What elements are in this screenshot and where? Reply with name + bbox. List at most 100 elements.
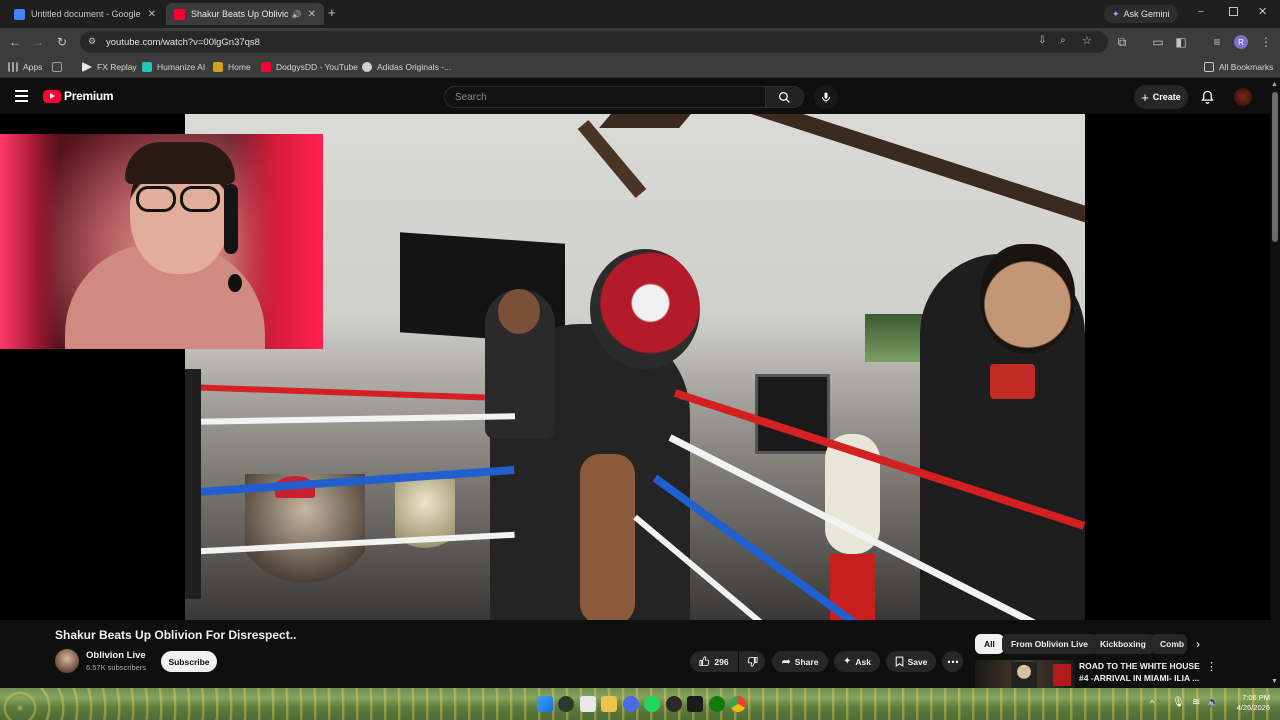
recommendation-menu-icon[interactable]: ⋮ [1206,660,1217,673]
ask-gemini-button[interactable]: ✦ Ask Gemini [1104,5,1178,23]
reading-list-icon[interactable]: ≡ [1209,34,1225,50]
bookmark-humanize-ai[interactable]: Humanize AI [142,60,205,74]
save-label: Save [907,656,928,667]
restore-window-icon[interactable] [1229,7,1238,16]
close-window-icon[interactable]: ✕ [1258,5,1267,18]
chrome-taskbar-icon[interactable] [730,696,746,712]
create-button[interactable]: + Create [1134,85,1188,109]
profile-avatar[interactable]: R [1234,35,1248,49]
chip-from-oblivion-live[interactable]: From Oblivion Live [1002,634,1097,654]
share-label: Share [794,656,819,667]
create-label: Create [1152,92,1181,102]
microphone-icon [822,92,830,102]
scroll-down-icon[interactable]: ▼ [1271,678,1278,685]
reload-icon[interactable]: ↻ [54,34,70,50]
recommended-video-title[interactable]: ROAD TO THE WHITE HOUSE #4 -ARRIVAL IN M… [1079,660,1204,684]
share-button[interactable]: ➦ Share [772,651,828,672]
subscriber-count: 6.57K subscribers [86,663,147,672]
bookmark-dodgysdd-youtube[interactable]: DodgysDD - YouTube [261,60,358,74]
close-tab-icon[interactable]: ✕ [148,9,156,20]
webcam-overlay [0,134,323,349]
chip-kickboxing[interactable]: Kickboxing [1091,634,1155,654]
browser-menu-icon[interactable]: ⋮ [1258,34,1274,50]
youtube-play-logo-icon [43,89,61,103]
minimize-window-icon[interactable]: – [1198,6,1204,17]
voice-search-button[interactable] [814,85,838,109]
taskbar-search-icon[interactable] [558,696,574,712]
dislike-button[interactable] [739,651,765,672]
steam-icon[interactable] [666,696,682,712]
folder-icon [1204,62,1214,72]
windows-start-icon[interactable] [537,696,553,712]
bookmark-apps[interactable]: Apps [8,60,42,74]
google-docs-icon [14,8,25,20]
close-tab-icon[interactable]: ✕ [308,9,316,20]
subscribe-button[interactable]: Subscribe [161,651,217,672]
tradingview-icon[interactable] [687,696,703,712]
home-bookmark-icon [213,62,223,72]
play-arrow-icon [82,62,92,72]
ask-button[interactable]: ✦ Ask [834,651,880,672]
youtube-header: Premium Search + Create [0,80,1270,114]
browser-tab-strip: Untitled document - Google Docs ✕ Shakur… [0,0,1280,28]
bookmark-grid[interactable] [52,60,67,74]
globe-icon [362,62,372,72]
xbox-icon[interactable] [709,696,725,712]
bookmark-label: FX Replay [97,62,137,72]
microphone-tray-icon[interactable]: 🎙 [1172,697,1185,708]
audio-playing-icon[interactable]: 🔊 [292,10,302,19]
all-bookmarks-button[interactable]: All Bookmarks [1204,60,1273,74]
tab-google-docs[interactable]: Untitled document - Google Docs ✕ [6,3,164,25]
bookmark-home[interactable]: Home [213,60,251,74]
youtube-premium-logo[interactable]: Premium [43,89,114,103]
back-arrow-icon[interactable]: ← [7,34,23,50]
wifi-icon[interactable]: ≋ [1192,697,1200,708]
file-explorer-icon[interactable] [601,696,617,712]
search-input[interactable]: Search [444,86,766,108]
channel-name[interactable]: Oblivion Live [86,650,146,661]
chip-comb[interactable]: Comb [1151,634,1187,654]
logo-text: Premium [64,89,114,103]
thumbs-up-icon [699,656,710,667]
discord-icon[interactable] [623,696,639,712]
notifications-button[interactable] [1200,89,1215,110]
hamburger-menu-icon[interactable] [15,90,28,102]
forward-arrow-icon[interactable]: → [30,34,46,50]
bookmark-label: Home [228,62,251,72]
more-actions-button[interactable]: ⋯ [942,651,963,672]
recommended-video-thumbnail[interactable] [975,660,1075,690]
channel-avatar[interactable] [55,649,79,673]
bookmarks-bar: Apps FX Replay Humanize AI Home DodgysDD… [0,56,1280,78]
bookmark-label: Humanize AI [157,62,206,72]
address-bar[interactable]: ⚙ youtube.com/watch?v=00lgGn37qs8 ⇩ ⌕ ☆ [80,31,1108,53]
like-count: 296 [714,656,729,667]
bookmark-adidas-originals[interactable]: Adidas Originals -... [362,60,451,74]
install-app-icon[interactable]: ⇩ [1038,35,1046,46]
gemini-sparkle-icon: ✦ [1112,8,1120,19]
bookmark-label: Adidas Originals -... [377,62,452,72]
task-view-icon[interactable] [580,696,596,712]
account-avatar[interactable] [1234,88,1252,106]
like-button[interactable]: 296 [690,651,738,672]
search-button[interactable] [766,86,804,108]
zoom-icon[interactable]: ⌕ [1060,35,1066,46]
bookmark-fx-replay[interactable]: FX Replay [82,60,137,74]
extensions-icon[interactable]: ⧉ [1114,34,1130,50]
scroll-up-icon[interactable]: ▲ [1271,81,1278,88]
video-player[interactable] [0,114,1270,620]
tab-youtube-video[interactable]: Shakur Beats Up Oblivion For Disrespect.… [166,3,324,25]
cast-icon[interactable]: ▭ [1150,34,1166,50]
chip-all[interactable]: All [975,634,1004,654]
show-hidden-icons-icon[interactable]: ^ [1150,698,1154,708]
new-tab-button[interactable]: + [328,5,336,20]
taskbar-clock[interactable]: 7:06 PM 4/26/2026 [1222,693,1270,713]
volume-icon[interactable]: 🔉 [1207,697,1219,708]
scrollbar-thumb[interactable] [1272,92,1278,242]
save-button[interactable]: Save [886,651,936,672]
site-info-icon[interactable]: ⚙ [88,36,96,47]
extension-puzzle-icon[interactable]: ◧ [1173,34,1189,50]
spotify-icon[interactable] [644,696,660,712]
chips-next-icon[interactable]: › [1196,637,1200,651]
bookmark-star-icon[interactable]: ☆ [1082,34,1092,47]
ask-gemini-label: Ask Gemini [1123,9,1170,19]
